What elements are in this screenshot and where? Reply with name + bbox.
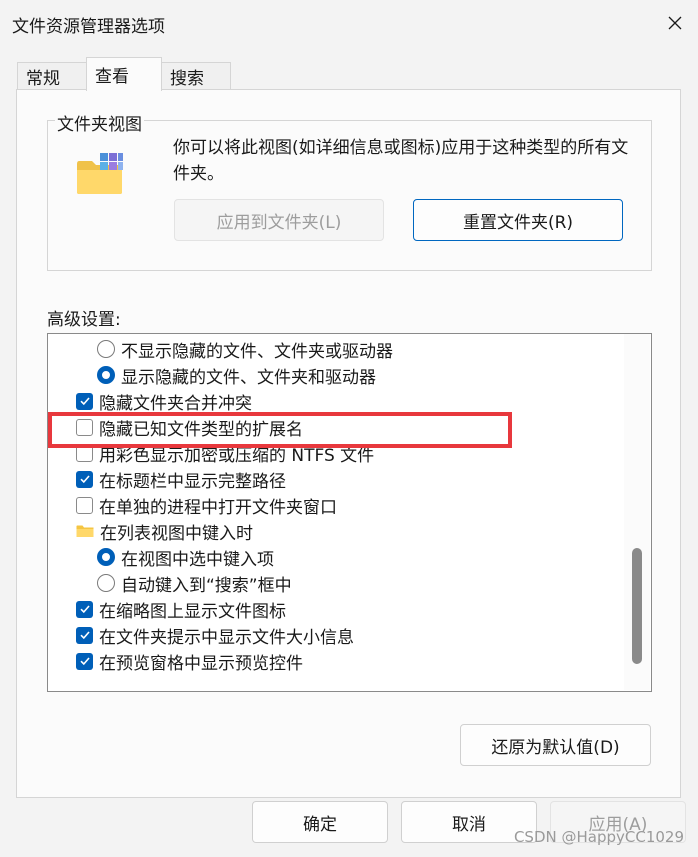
advanced-setting-row[interactable]: 在列表视图中键入时 xyxy=(76,518,253,544)
advanced-setting-row[interactable]: 在单独的进程中打开文件夹窗口 xyxy=(76,492,337,518)
restore-defaults-button[interactable]: 还原为默认值(D) xyxy=(460,724,651,766)
checkbox-unchecked[interactable] xyxy=(76,444,93,462)
title-bar: 文件资源管理器选项 xyxy=(0,0,698,46)
advanced-setting-label: 在视图中选中键入项 xyxy=(121,549,274,570)
advanced-setting-label: 自动键入到“搜索”框中 xyxy=(121,575,292,596)
folder-view-icon xyxy=(77,153,123,194)
checkbox-checked[interactable] xyxy=(76,392,93,410)
folder-icon xyxy=(76,525,94,537)
radio-unselected[interactable] xyxy=(97,574,115,592)
tab-general-label: 常规 xyxy=(26,69,60,89)
reset-folders-button[interactable]: 重置文件夹(R) xyxy=(413,199,623,241)
advanced-setting-row[interactable]: 自动键入到“搜索”框中 xyxy=(97,570,292,596)
checkmark-icon xyxy=(79,605,90,614)
window-title: 文件资源管理器选项 xyxy=(12,17,165,37)
advanced-setting-row[interactable]: 在缩略图上显示文件图标 xyxy=(76,596,286,622)
apply-to-folders-button[interactable]: 应用到文件夹(L) xyxy=(174,199,384,241)
radio-selected[interactable] xyxy=(97,548,115,566)
checkmark-icon xyxy=(79,475,90,484)
radio-unselected[interactable] xyxy=(97,340,115,358)
tab-search-label: 搜索 xyxy=(170,69,204,89)
advanced-setting-label: 隐藏文件夹合并冲突 xyxy=(99,393,252,414)
ok-button[interactable]: 确定 xyxy=(252,801,388,843)
advanced-setting-label: 隐藏已知文件类型的扩展名 xyxy=(99,419,303,440)
watermark: CSDN @HappyCC1029 xyxy=(513,828,684,846)
checkbox-checked[interactable] xyxy=(76,652,93,670)
advanced-setting-label: 在标题栏中显示完整路径 xyxy=(99,471,286,492)
advanced-setting-label: 在文件夹提示中显示文件大小信息 xyxy=(99,627,354,648)
advanced-setting-row[interactable]: 显示隐藏的文件、文件夹和驱动器 xyxy=(97,362,376,388)
advanced-setting-row[interactable]: 隐藏已知文件类型的扩展名 xyxy=(76,414,303,440)
checkbox-unchecked[interactable] xyxy=(76,496,93,514)
scrollbar-thumb[interactable] xyxy=(632,548,642,664)
advanced-setting-row[interactable]: 在视图中选中键入项 xyxy=(97,544,274,570)
advanced-settings-label: 高级设置: xyxy=(47,310,121,330)
checkbox-checked[interactable] xyxy=(76,470,93,488)
checkbox-checked[interactable] xyxy=(76,626,93,644)
advanced-setting-row[interactable]: 不显示隐藏的文件、文件夹或驱动器 xyxy=(97,336,393,362)
advanced-setting-label: 用彩色显示加密或压缩的 NTFS 文件 xyxy=(99,445,375,466)
advanced-setting-row[interactable]: 用彩色显示加密或压缩的 NTFS 文件 xyxy=(76,440,374,466)
advanced-setting-label: 在缩略图上显示文件图标 xyxy=(99,601,286,622)
tab-search[interactable]: 搜索 xyxy=(161,62,231,90)
close-icon xyxy=(668,16,682,30)
tab-general[interactable]: 常规 xyxy=(17,62,87,90)
advanced-setting-label: 在列表视图中键入时 xyxy=(100,523,253,544)
tab-view-label: 查看 xyxy=(95,67,129,87)
checkbox-checked[interactable] xyxy=(76,600,93,618)
advanced-setting-label: 在单独的进程中打开文件夹窗口 xyxy=(99,497,337,518)
advanced-setting-row[interactable]: 在标题栏中显示完整路径 xyxy=(76,466,286,492)
checkbox-unchecked[interactable] xyxy=(76,418,93,436)
advanced-setting-label: 不显示隐藏的文件、文件夹或驱动器 xyxy=(121,341,393,362)
advanced-setting-row[interactable]: 在预览窗格中显示预览控件 xyxy=(76,648,303,674)
advanced-setting-row[interactable]: 在文件夹提示中显示文件大小信息 xyxy=(76,622,354,648)
folder-views-description: 你可以将此视图(如详细信息或图标)应用于这种类型的所有文件夹。 xyxy=(173,138,629,184)
checkmark-icon xyxy=(79,631,90,640)
folder-views-label: 文件夹视图 xyxy=(55,110,144,135)
checkmark-icon xyxy=(79,657,90,666)
advanced-setting-label: 在预览窗格中显示预览控件 xyxy=(99,653,303,674)
advanced-settings-list[interactable]: 不显示隐藏的文件、文件夹或驱动器 显示隐藏的文件、文件夹和驱动器隐藏文件夹合并冲突… xyxy=(47,333,652,692)
advanced-setting-label: 显示隐藏的文件、文件夹和驱动器 xyxy=(121,367,376,388)
close-button[interactable] xyxy=(652,0,698,46)
radio-selected[interactable] xyxy=(97,366,115,384)
tab-view[interactable]: 查看 xyxy=(86,57,162,91)
advanced-setting-row[interactable]: 隐藏文件夹合并冲突 xyxy=(76,388,252,414)
checkmark-icon xyxy=(79,397,90,406)
